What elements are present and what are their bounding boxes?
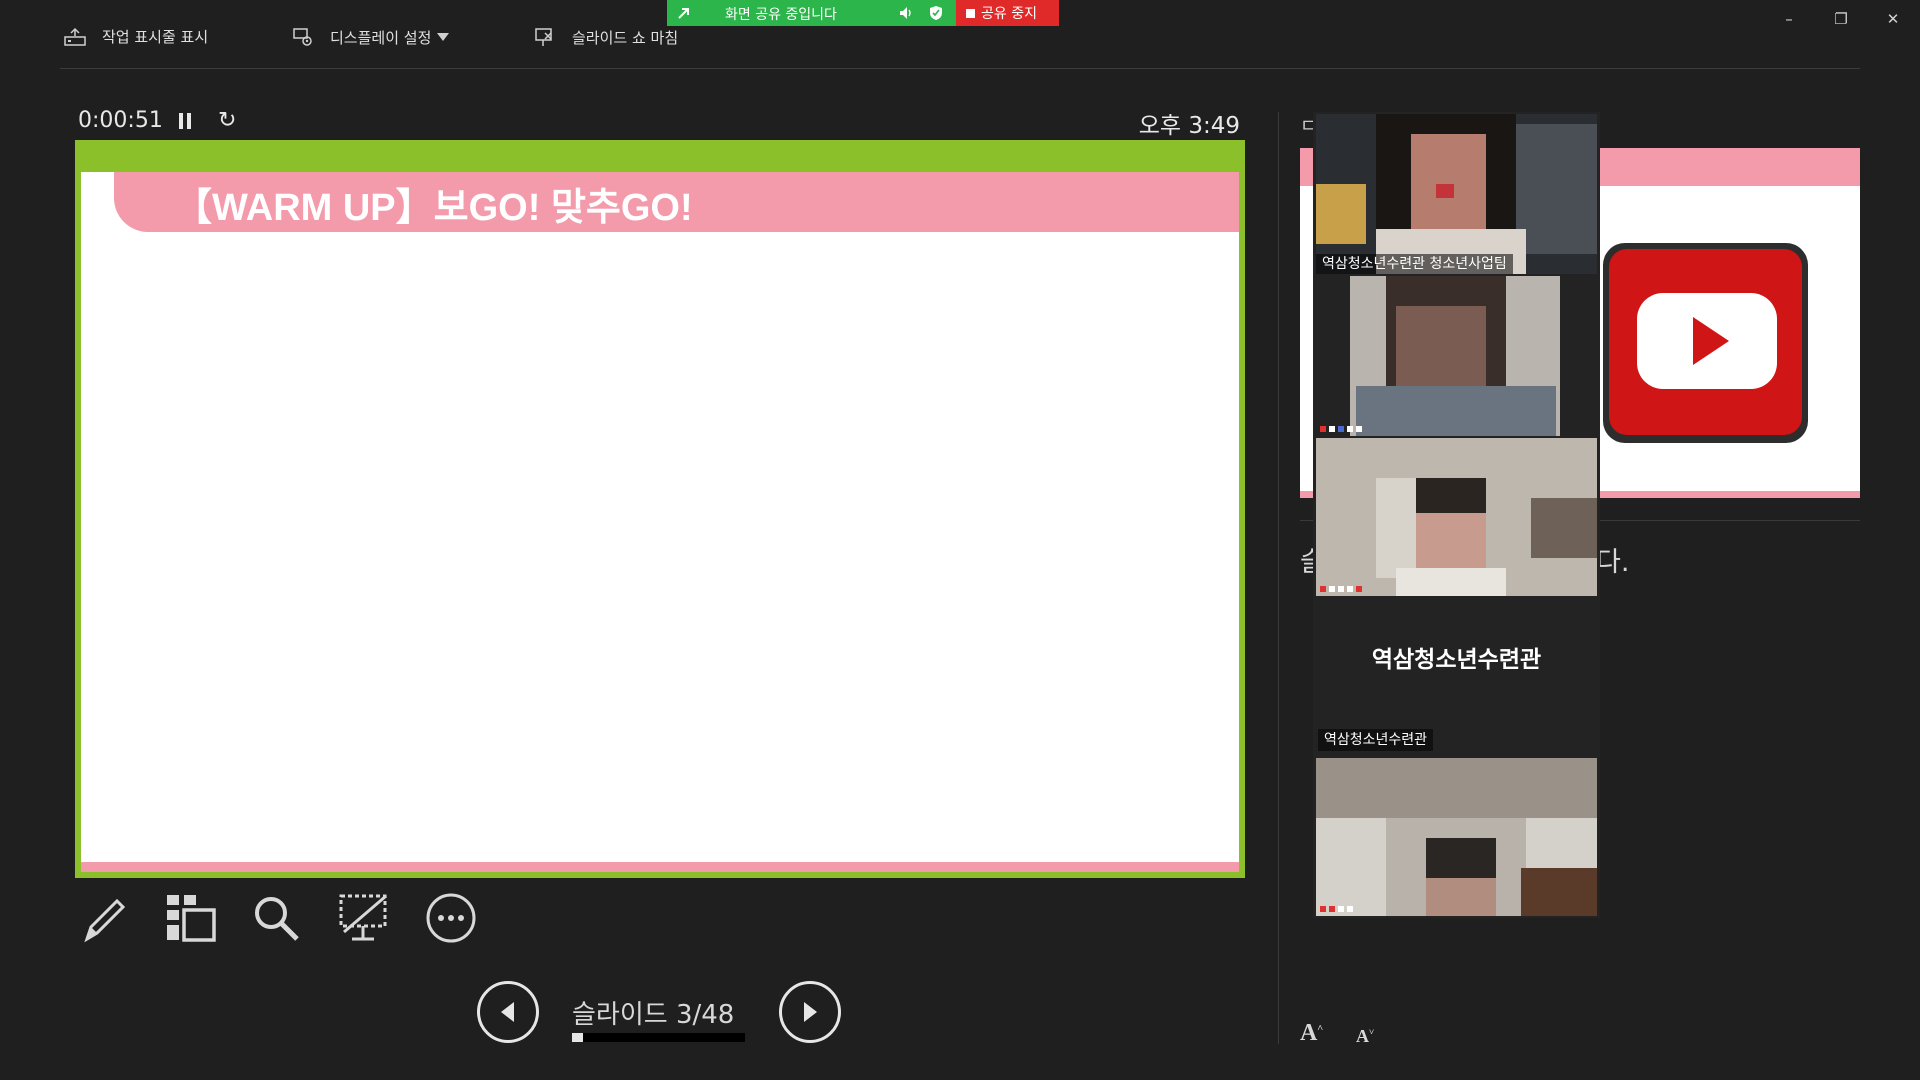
toolbar-divider — [60, 68, 1860, 69]
speaker-notes: 다. — [1596, 547, 1630, 578]
grid-icon — [167, 895, 216, 942]
show-taskbar-label: 작업 표시줄 표시 — [102, 28, 209, 46]
slide-title: 【WARM UP】보GO! 맞추GO! — [174, 187, 693, 229]
slide-title-banner: 【WARM UP】보GO! 맞추GO! — [114, 172, 1239, 232]
next-slide-button[interactable] — [779, 981, 841, 1043]
pause-timer-icon[interactable] — [178, 112, 192, 130]
video-pixel — [1531, 498, 1597, 558]
video-pixel — [1411, 134, 1486, 229]
shield-icon — [930, 6, 942, 20]
mic-indicator — [1320, 586, 1362, 592]
video-background — [1316, 758, 1597, 818]
participant-name-large: 역삼청소년수련관 — [1371, 647, 1542, 673]
slide-canvas: 【WARM UP】보GO! 맞추GO! — [81, 172, 1239, 872]
stop-share-button[interactable]: 공유 중지 — [956, 0, 1059, 26]
restart-timer-icon[interactable]: ↻ — [218, 108, 236, 133]
slide-counter: 슬라이드 3/48 — [572, 1000, 735, 1030]
video-pixel — [1396, 568, 1506, 596]
video-tile[interactable] — [1316, 758, 1597, 916]
participant-name: 역삼청소년수련관 청소년사업팀 — [1316, 254, 1513, 274]
previous-slide-button[interactable] — [477, 981, 539, 1043]
current-time: 오후 3:49 — [1138, 113, 1240, 139]
elapsed-timer: 0:00:51 — [78, 108, 163, 133]
slide-progress-fill — [572, 1033, 583, 1042]
video-pixel — [1396, 306, 1486, 386]
share-arrow-icon — [678, 8, 689, 19]
mic-indicator — [1320, 906, 1353, 912]
video-pixel — [1416, 513, 1486, 568]
speaker-icon — [900, 7, 911, 19]
triangle-right-icon — [804, 1002, 817, 1022]
see-all-slides-button[interactable] — [162, 890, 218, 946]
video-pixel — [1516, 124, 1597, 254]
magnifier-icon — [255, 897, 299, 941]
end-show-label: 슬라이드 쇼 마침 — [572, 28, 679, 47]
video-tile[interactable] — [1316, 276, 1597, 436]
video-tile[interactable] — [1316, 438, 1597, 596]
minimize-icon: – — [1785, 10, 1793, 28]
video-pixel — [1426, 838, 1496, 883]
close-icon: ✕ — [1886, 10, 1900, 28]
slide-bottom-stripe — [81, 862, 1239, 872]
participant-name: 역삼청소년수련관 — [1318, 729, 1434, 751]
video-pixel — [1436, 184, 1454, 198]
increase-font-label: A — [1300, 1020, 1318, 1046]
increase-font-button[interactable]: A˄ — [1300, 1020, 1323, 1047]
share-status-text: 화면 공유 중입니다 — [725, 7, 837, 23]
stop-icon — [966, 8, 975, 18]
mic-indicator — [1320, 426, 1362, 432]
video-tile[interactable]: 역삼청소년수련관 청소년사업팀 — [1316, 114, 1597, 274]
restore-button[interactable]: ❐ — [1818, 6, 1864, 32]
zoom-button[interactable] — [248, 890, 304, 946]
end-show-icon — [535, 28, 552, 46]
video-off-tile[interactable]: 역삼청소년수련관 — [1316, 596, 1597, 736]
pen-tool-button[interactable] — [76, 890, 132, 946]
video-pixel — [1316, 184, 1366, 244]
more-options-icon — [426, 893, 476, 943]
screen-share-banner: 화면 공유 중입니다 공유 중지 — [667, 0, 1059, 26]
video-pixel — [1521, 868, 1597, 916]
slideshow-presenter-window: { "toolbar": { "show_taskbar": "작업 표시줄 표… — [0, 0, 1920, 1080]
video-pixel — [1356, 386, 1556, 436]
current-slide[interactable]: 【WARM UP】보GO! 맞추GO! — [75, 140, 1245, 878]
decrease-font-button[interactable]: A˅ — [1356, 1026, 1374, 1047]
taskbar-icon — [64, 27, 86, 46]
youtube-logo-red — [1609, 249, 1802, 435]
youtube-logo — [1603, 243, 1808, 443]
end-slideshow-button[interactable]: 슬라이드 쇼 마침 — [534, 26, 678, 48]
close-button[interactable]: ✕ — [1870, 6, 1916, 32]
youtube-play-box — [1637, 293, 1777, 389]
video-pixel — [1426, 878, 1496, 916]
decrease-font-label: A — [1356, 1026, 1369, 1046]
show-taskbar-button[interactable]: 작업 표시줄 표시 — [64, 26, 208, 47]
pane-divider — [1278, 112, 1279, 1044]
display-settings-button[interactable]: 디스플레이 설정 — [292, 26, 450, 48]
pen-icon — [84, 898, 126, 943]
slide-progress-bar — [572, 1033, 745, 1042]
play-icon — [1693, 317, 1729, 365]
restore-icon: ❐ — [1834, 10, 1848, 28]
stop-share-label: 공유 중지 — [981, 6, 1037, 22]
black-screen-button[interactable] — [336, 890, 392, 946]
video-gallery[interactable]: 역삼청소년수련관 청소년사업팀 역삼청소년수련관 역삼청소년수련관 — [1313, 112, 1600, 918]
more-options-button[interactable] — [423, 890, 479, 946]
minimize-button[interactable]: – — [1766, 6, 1812, 32]
chevron-down-icon — [437, 33, 450, 41]
screen-off-icon — [339, 894, 387, 941]
share-status-bar[interactable]: 화면 공유 중입니다 — [667, 0, 956, 26]
video-pixel — [1416, 478, 1486, 518]
display-settings-label: 디스플레이 설정 — [330, 28, 432, 47]
triangle-left-icon — [501, 1002, 514, 1022]
display-settings-icon — [293, 28, 312, 46]
